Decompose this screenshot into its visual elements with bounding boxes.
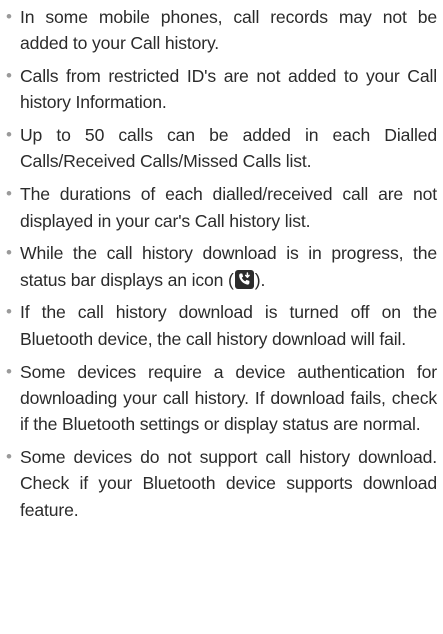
note-text: If the call history download is turned o…: [20, 302, 437, 349]
bullet-icon: •: [6, 243, 12, 263]
bullet-icon: •: [6, 125, 12, 145]
note-text: In some mobile phones, call records may …: [20, 7, 437, 54]
notes-list: • In some mobile phones, call records ma…: [0, 0, 443, 523]
note-text: Up to 50 calls can be added in each Dial…: [20, 125, 437, 172]
note-text: Some devices do not support call history…: [20, 446, 437, 520]
bullet-icon: •: [6, 184, 12, 204]
bullet-icon: •: [6, 7, 12, 26]
note-item: • The durations of each dialled/received…: [6, 181, 437, 234]
bullet-icon: •: [6, 446, 12, 466]
note-text: The durations of each dialled/received c…: [20, 184, 437, 231]
note-text: Some devices require a device authentica…: [20, 361, 437, 435]
note-text-after: ).: [254, 269, 266, 290]
bullet-icon: •: [6, 361, 12, 381]
note-item: • If the call history download is turned…: [6, 299, 437, 352]
note-item: • In some mobile phones, call records ma…: [6, 4, 437, 57]
bullet-icon: •: [6, 302, 12, 322]
call-history-download-icon: [234, 269, 254, 289]
note-item: • Some devices require a device authenti…: [6, 359, 437, 438]
note-item: • While the call history download is in …: [6, 240, 437, 293]
bullet-icon: •: [6, 66, 12, 86]
note-text: Calls from restricted ID's are not added…: [20, 66, 437, 113]
note-item: • Up to 50 calls can be added in each Di…: [6, 122, 437, 175]
note-text-before: While the call history download is in pr…: [20, 243, 437, 290]
note-item: • Calls from restricted ID's are not add…: [6, 63, 437, 116]
note-item: • Some devices do not support call histo…: [6, 444, 437, 523]
